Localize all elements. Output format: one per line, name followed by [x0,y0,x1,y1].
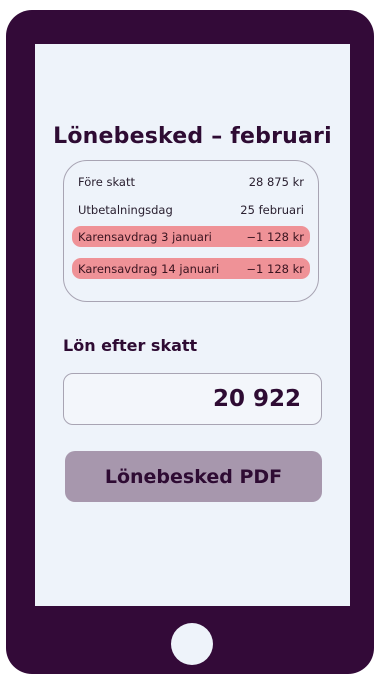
phone-screen: Lönebesked – februari Före skatt 28 875 … [35,44,350,606]
summary-row-value: 25 februari [240,202,304,217]
deduction-value: −1 128 kr [246,229,304,244]
deduction-label: Karensavdrag 3 januari [78,229,212,244]
net-pay-value: 20 922 [212,386,301,412]
phone-frame: Lönebesked – februari Före skatt 28 875 … [6,10,374,674]
summary-row-payday: Utbetalningsdag 25 februari [72,199,310,220]
deduction-row: Karensavdrag 14 januari −1 128 kr [72,258,310,279]
page-title: Lönebesked – februari [53,124,332,149]
deduction-value: −1 128 kr [246,261,304,276]
summary-row-label: Före skatt [78,174,135,189]
net-pay-value-box: 20 922 [63,373,322,425]
summary-row-gross: Före skatt 28 875 kr [72,171,310,192]
payslip-summary-card: Före skatt 28 875 kr Utbetalningsdag 25 … [63,160,319,302]
summary-row-value: 28 875 kr [248,174,304,189]
deduction-label: Karensavdrag 14 januari [78,261,220,276]
home-button[interactable] [171,623,213,665]
deduction-row: Karensavdrag 3 januari −1 128 kr [72,226,310,247]
summary-row-label: Utbetalningsdag [78,202,173,217]
payslip-pdf-button[interactable]: Lönebesked PDF [65,451,322,502]
net-pay-label: Lön efter skatt [63,336,198,355]
